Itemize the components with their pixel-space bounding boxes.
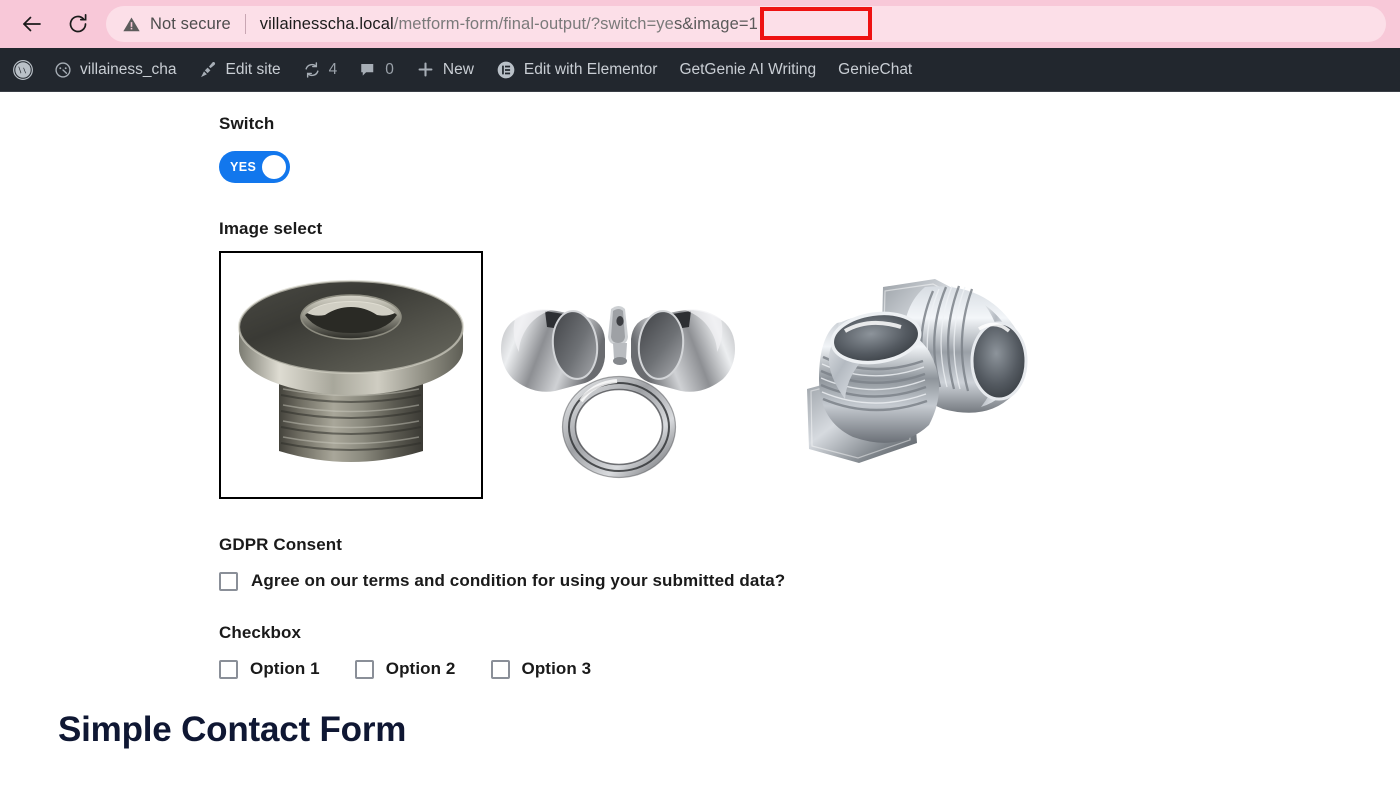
adminbar-getgenie-label: GetGenie AI Writing xyxy=(679,60,817,78)
checkbox-option-2-box[interactable] xyxy=(354,659,374,679)
checkbox-options-row: Option 1 Option 2 Option 3 xyxy=(219,659,1400,679)
reload-button[interactable] xyxy=(60,6,96,42)
checkbox-option-2[interactable]: Option 2 xyxy=(354,659,456,679)
checkbox-option-1-label: Option 1 xyxy=(250,659,320,678)
adminbar-item-wordpress-logo[interactable]: W xyxy=(2,48,43,92)
url-host: villainesscha.local xyxy=(259,14,394,33)
switch-value-label: YES xyxy=(230,160,257,174)
hex-socket-plug-bolt-image xyxy=(221,253,481,497)
svg-text:W: W xyxy=(17,63,30,77)
metform-output: Switch YES Image select GDPR Consent Agr… xyxy=(0,92,1400,679)
adminbar-item-edit-site[interactable]: Edit site xyxy=(188,48,292,92)
plus-icon xyxy=(416,60,435,79)
adminbar-updates-count: 4 xyxy=(328,60,338,78)
paintbrush-icon xyxy=(199,60,218,79)
back-arrow-icon xyxy=(20,12,44,36)
page-content: Switch YES Image select GDPR Consent Agr… xyxy=(0,92,1400,800)
image-select-row xyxy=(219,251,1400,501)
checkbox-field-label: Checkbox xyxy=(219,623,302,642)
adminbar-item-geniechat[interactable]: GenieChat xyxy=(827,48,923,92)
gdpr-consent-checkbox[interactable] xyxy=(219,571,238,591)
reload-icon xyxy=(66,12,90,36)
wordpress-icon: W xyxy=(12,59,34,81)
url-text: villainesscha.local/metform-form/final-o… xyxy=(260,15,758,34)
page-title: Simple Contact Form xyxy=(58,710,407,749)
checkbox-option-2-label: Option 2 xyxy=(385,659,456,678)
checkbox-option-1-box[interactable] xyxy=(219,659,238,679)
adminbar-item-new-content[interactable]: New xyxy=(405,48,485,92)
gdpr-field-label: GDPR Consent xyxy=(219,535,343,554)
adminbar-comments-count: 0 xyxy=(385,60,394,78)
back-button[interactable] xyxy=(14,6,50,42)
omnibox-divider xyxy=(244,14,246,34)
security-status-label: Not secure xyxy=(150,14,231,33)
two-hex-bushings-fitting-and-ring-image xyxy=(501,273,735,483)
image-option-3[interactable] xyxy=(753,265,1041,487)
elementor-icon xyxy=(496,60,516,80)
image-option-1-selected[interactable] xyxy=(219,251,483,499)
adminbar-elementor-label: Edit with Elementor xyxy=(523,60,658,78)
comment-bubble-icon xyxy=(359,61,377,79)
checkbox-option-3[interactable]: Option 3 xyxy=(490,659,592,679)
adminbar-item-comments[interactable]: 0 xyxy=(348,48,405,92)
checkbox-option-1[interactable]: Option 1 xyxy=(219,659,320,679)
wordpress-admin-bar: W villainess_cha Edit site 4 0 New Edit … xyxy=(0,48,1400,92)
updates-icon xyxy=(303,61,321,79)
image-select-field-label: Image select xyxy=(219,219,323,238)
browser-toolbar: Not secure villainesscha.local/metform-f… xyxy=(0,0,1400,48)
gdpr-consent-row[interactable]: Agree on our terms and condition for usi… xyxy=(219,571,1400,591)
switch-toggle[interactable]: YES xyxy=(219,151,290,183)
adminbar-edit-site-label: Edit site xyxy=(225,60,281,78)
switch-row: YES xyxy=(219,151,1400,183)
url-highlighted-param: &image=1 xyxy=(682,14,758,33)
warning-triangle-icon xyxy=(122,15,141,34)
adminbar-item-updates[interactable]: 4 xyxy=(292,48,349,92)
switch-knob xyxy=(262,155,286,179)
adminbar-item-edit-with-elementor[interactable]: Edit with Elementor xyxy=(485,48,669,92)
checkbox-option-3-box[interactable] xyxy=(490,659,510,679)
adminbar-new-label: New xyxy=(442,60,474,78)
image-option-2[interactable] xyxy=(501,273,735,483)
address-bar[interactable]: Not secure villainesscha.local/metform-f… xyxy=(106,6,1386,42)
gdpr-consent-label: Agree on our terms and condition for usi… xyxy=(251,571,786,590)
switch-field-label: Switch xyxy=(219,114,275,133)
dashboard-icon xyxy=(54,61,72,79)
two-jic-flare-fittings-image xyxy=(753,265,1041,487)
adminbar-site-name-label: villainess_cha xyxy=(80,60,177,78)
checkbox-option-3-label: Option 3 xyxy=(521,659,592,678)
url-path: /metform-form/final-output/?switch=ye xyxy=(393,14,674,33)
adminbar-item-site-name[interactable]: villainess_cha xyxy=(43,48,188,92)
adminbar-geniechat-label: GenieChat xyxy=(838,60,913,78)
adminbar-item-getgenie-ai-writing[interactable]: GetGenie AI Writing xyxy=(668,48,827,92)
